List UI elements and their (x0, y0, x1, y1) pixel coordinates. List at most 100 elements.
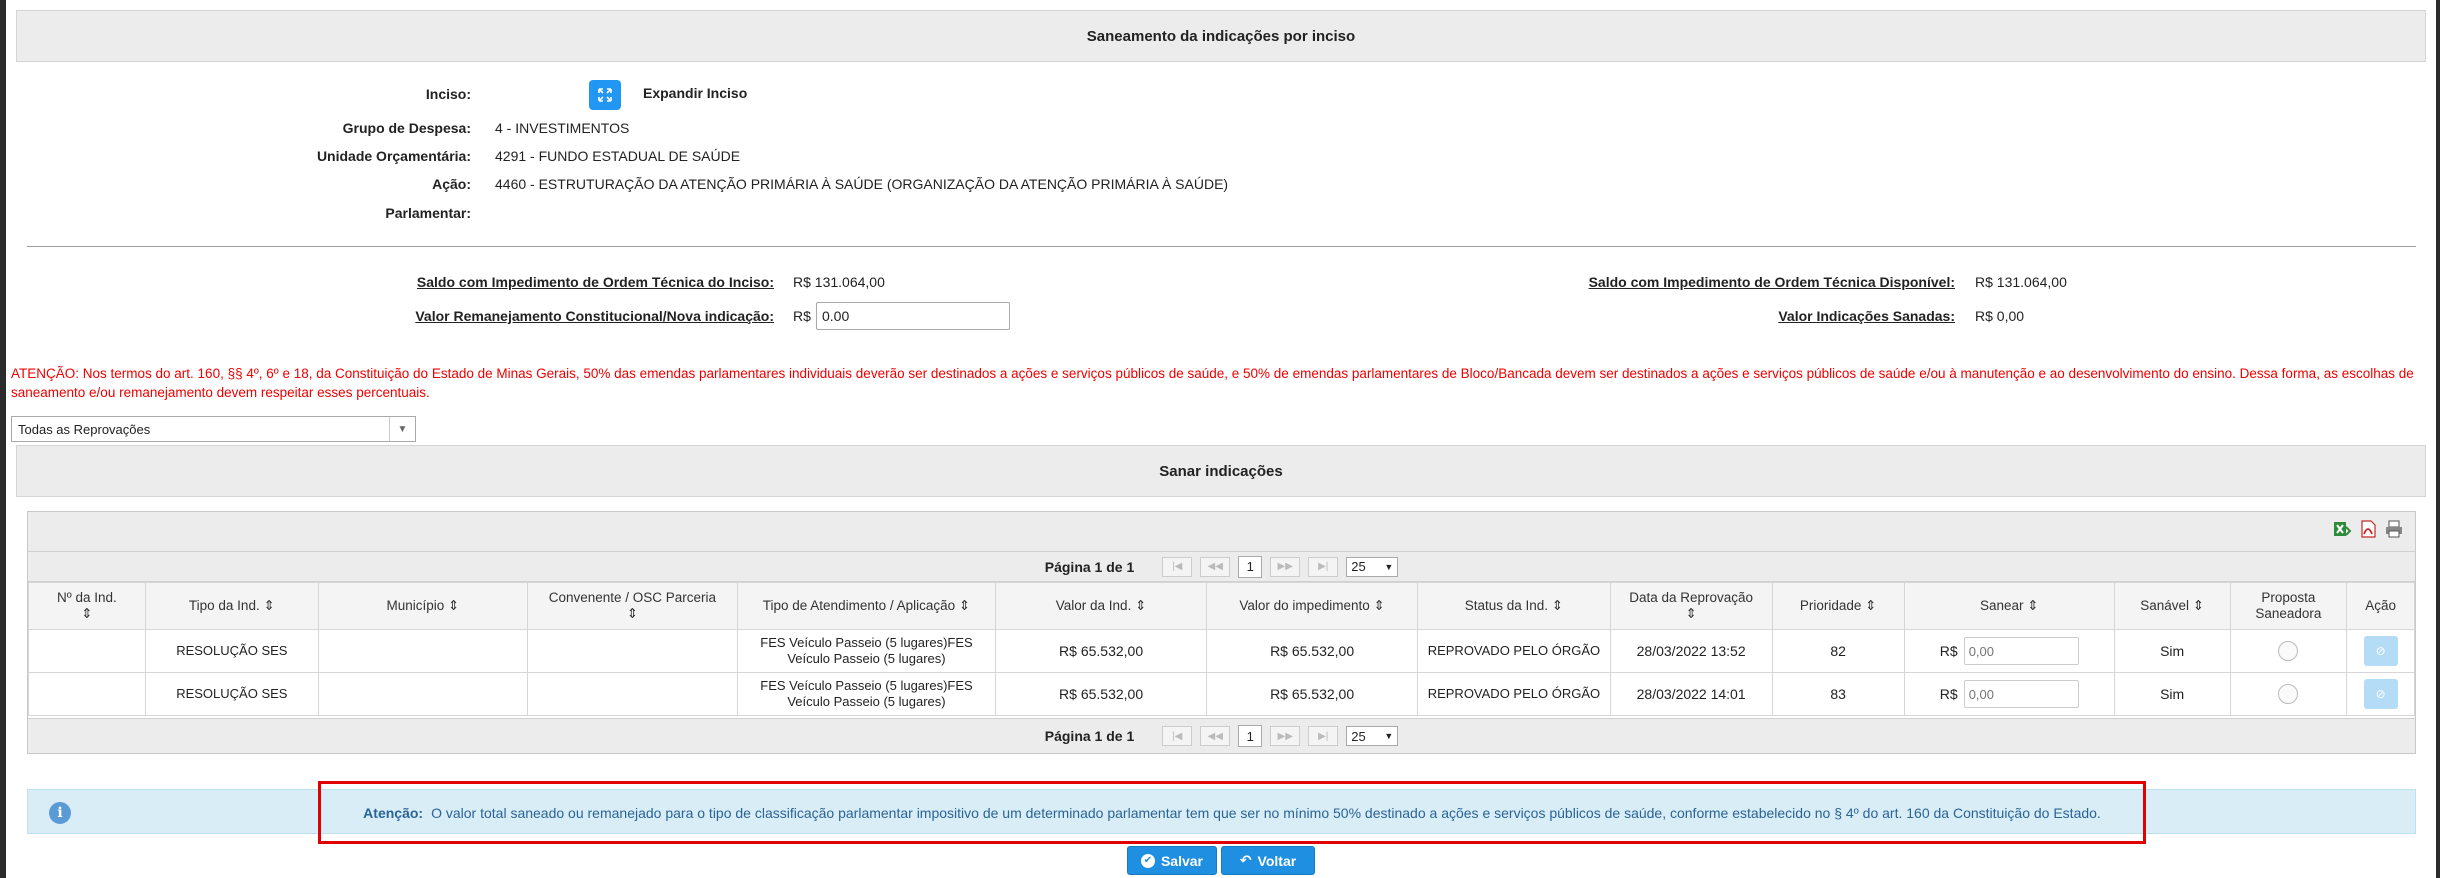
page-number-input[interactable]: 1 (1238, 555, 1263, 578)
save-button[interactable]: ✔ Salvar (1127, 846, 1217, 875)
excel-export-icon[interactable] (2331, 518, 2353, 540)
saldo-inciso-value: R$ 131.064,00 (793, 274, 885, 290)
cell-convenente (526, 629, 738, 673)
cell-tipo: RESOLUÇÃO SES (144, 672, 319, 716)
col-data[interactable]: Data da Reprovação ⇕ (1609, 582, 1773, 630)
cell-sanavel: Sim (2113, 629, 2231, 673)
page-size-value: 25 (1351, 559, 1366, 574)
col-atendimento[interactable]: Tipo de Atendimento / Aplicação ⇕ (736, 582, 997, 630)
col-sanear[interactable]: Sanear ⇕ (1903, 582, 2115, 630)
unidade-label: Unidade Orçamentária: (316, 148, 471, 164)
cell-proposta (2229, 629, 2348, 673)
pager-top: Página 1 de 1 |◀ ◀◀ 1 ▶▶ ▶| 25 ▼ (28, 552, 2415, 582)
indicacoes-table: Nº da Ind. ⇕ Tipo da Ind. ⇕ Município ⇕ C… (28, 582, 2415, 716)
cell-sanear: R$ (1903, 629, 2115, 673)
cell-prioridade: 83 (1771, 672, 1905, 716)
valor-sanadas-value: R$ 0,00 (1975, 308, 2025, 324)
saldo-disponivel-label: Saldo com Impedimento de Ordem Técnica D… (1588, 274, 1955, 290)
cell-acao: ⊘ (2346, 629, 2415, 673)
page-title-text: Saneamento da indicações por inciso (1086, 27, 1356, 45)
proposta-radio[interactable] (2278, 641, 2299, 661)
valor-sanadas-label: Valor Indicações Sanadas: (1778, 308, 1955, 324)
cell-data: 28/03/2022 13:52 (1609, 629, 1773, 673)
page-frame: Saneamento da indicações por inciso Inci… (6, 0, 2436, 878)
saldo-disponivel-value: R$ 131.064,00 (1975, 274, 2067, 290)
check-circle-icon: ✔ (1140, 853, 1155, 868)
cell-impedimento: R$ 65.532,00 (1206, 672, 1419, 716)
cell-convenente (526, 672, 738, 716)
expand-icon (598, 88, 612, 102)
cell-data: 28/03/2022 14:01 (1609, 672, 1773, 716)
section-title: Sanar indicações (16, 445, 2426, 497)
table-row: RESOLUÇÃO SES FES Veículo Passeio (5 lug… (28, 672, 2415, 716)
valor-remanejamento-input[interactable] (816, 302, 1010, 330)
col-convenente[interactable]: Convenente / OSC Parceria ⇕ (526, 582, 738, 630)
sanear-currency: R$ (1939, 686, 1958, 702)
cell-num (28, 672, 146, 716)
first-page-icon[interactable]: |◀ (1162, 726, 1193, 746)
info-icon: i (49, 802, 71, 824)
expand-inciso-button[interactable] (589, 80, 621, 110)
page-number-input[interactable]: 1 (1238, 725, 1263, 747)
divider (27, 246, 2416, 247)
cell-atendimento: FES Veículo Passeio (5 lugares)FES Veícu… (736, 629, 997, 673)
page-size-select[interactable]: 25 ▼ (1346, 726, 1399, 746)
first-page-icon[interactable]: |◀ (1162, 556, 1193, 577)
prev-page-icon[interactable]: ◀◀ (1200, 556, 1231, 577)
col-municipio[interactable]: Município ⇕ (317, 582, 528, 630)
saldo-inciso-label: Saldo com Impedimento de Ordem Técnica d… (416, 274, 774, 290)
grupo-value: 4 - INVESTIMENTOS (495, 120, 630, 136)
reprovacoes-select-value: Todas as Reprovações (18, 422, 151, 437)
pdf-export-icon[interactable] (2357, 518, 2379, 540)
action-button[interactable]: ⊘ (2363, 636, 2398, 666)
cell-valor: R$ 65.532,00 (995, 629, 1208, 673)
page-size-select[interactable]: 25 ▼ (1346, 556, 1399, 577)
back-button[interactable]: ↶ Voltar (1221, 846, 1315, 875)
next-page-icon[interactable]: ▶▶ (1270, 726, 1301, 746)
cell-atendimento: FES Veículo Passeio (5 lugares)FES Veícu… (736, 672, 997, 716)
col-impedimento[interactable]: Valor do impedimento ⇕ (1206, 582, 1419, 630)
info-notice: Atenção: O valor total saneado ou remane… (321, 784, 2143, 841)
sanear-input[interactable] (1963, 680, 2079, 708)
col-tipo[interactable]: Tipo da Ind. ⇕ (144, 582, 319, 630)
col-valor[interactable]: Valor da Ind. ⇕ (995, 582, 1208, 630)
cell-status: REPROVADO PELO ÓRGÃO (1417, 629, 1611, 673)
sanear-input[interactable] (1963, 637, 2079, 665)
info-notice-highlight: Atenção: O valor total saneado ou remane… (318, 781, 2146, 844)
cell-num (28, 629, 146, 673)
section-title-text: Sanar indicações (1159, 462, 1283, 480)
col-num[interactable]: Nº da Ind. ⇕ (28, 582, 146, 630)
acao-value: 4460 - ESTRUTURAÇÃO DA ATENÇÃO PRIMÁRIA … (495, 176, 1229, 192)
reprovacoes-select[interactable]: Todas as Reprovações ▼ (11, 416, 416, 442)
print-icon[interactable] (2383, 518, 2405, 540)
parlamentar-label: Parlamentar: (385, 205, 471, 221)
next-page-icon[interactable]: ▶▶ (1270, 556, 1301, 577)
cell-tipo: RESOLUÇÃO SES (144, 629, 319, 673)
pager-bottom: Página 1 de 1 |◀ ◀◀ 1 ▶▶ ▶| 25 ▼ (28, 718, 2415, 753)
cell-sanavel: Sim (2113, 672, 2231, 716)
expand-inciso-label[interactable]: Expandir Inciso (643, 85, 747, 101)
grid-toolbar (28, 512, 2415, 552)
last-page-icon[interactable]: ▶| (1308, 556, 1339, 577)
page-size-value: 25 (1351, 728, 1366, 744)
prev-page-icon[interactable]: ◀◀ (1200, 726, 1231, 746)
cancel-icon: ⊘ (2375, 687, 2386, 701)
cell-proposta (2229, 672, 2348, 716)
chevron-down-icon: ▼ (1384, 731, 1394, 741)
grupo-label: Grupo de Despesa: (342, 120, 471, 136)
col-prioridade[interactable]: Prioridade ⇕ (1771, 582, 1905, 630)
save-button-label: Salvar (1160, 852, 1204, 869)
col-proposta: Proposta Saneadora (2229, 582, 2348, 630)
proposta-radio[interactable] (2278, 684, 2299, 704)
chevron-down-icon: ▼ (1384, 561, 1394, 572)
cell-prioridade: 82 (1771, 629, 1905, 673)
chevron-down-icon[interactable]: ▼ (389, 417, 415, 441)
indicacoes-grid: Página 1 de 1 |◀ ◀◀ 1 ▶▶ ▶| 25 ▼ Nº da In… (27, 511, 2416, 754)
unidade-value: 4291 - FUNDO ESTADUAL DE SAÚDE (495, 148, 741, 164)
col-status[interactable]: Status da Ind. ⇕ (1417, 582, 1611, 630)
cell-impedimento: R$ 65.532,00 (1206, 629, 1419, 673)
col-sanavel[interactable]: Sanável ⇕ (2113, 582, 2231, 630)
pager-text: Página 1 de 1 (1044, 728, 1135, 744)
action-button[interactable]: ⊘ (2363, 679, 2398, 709)
last-page-icon[interactable]: ▶| (1308, 726, 1339, 746)
